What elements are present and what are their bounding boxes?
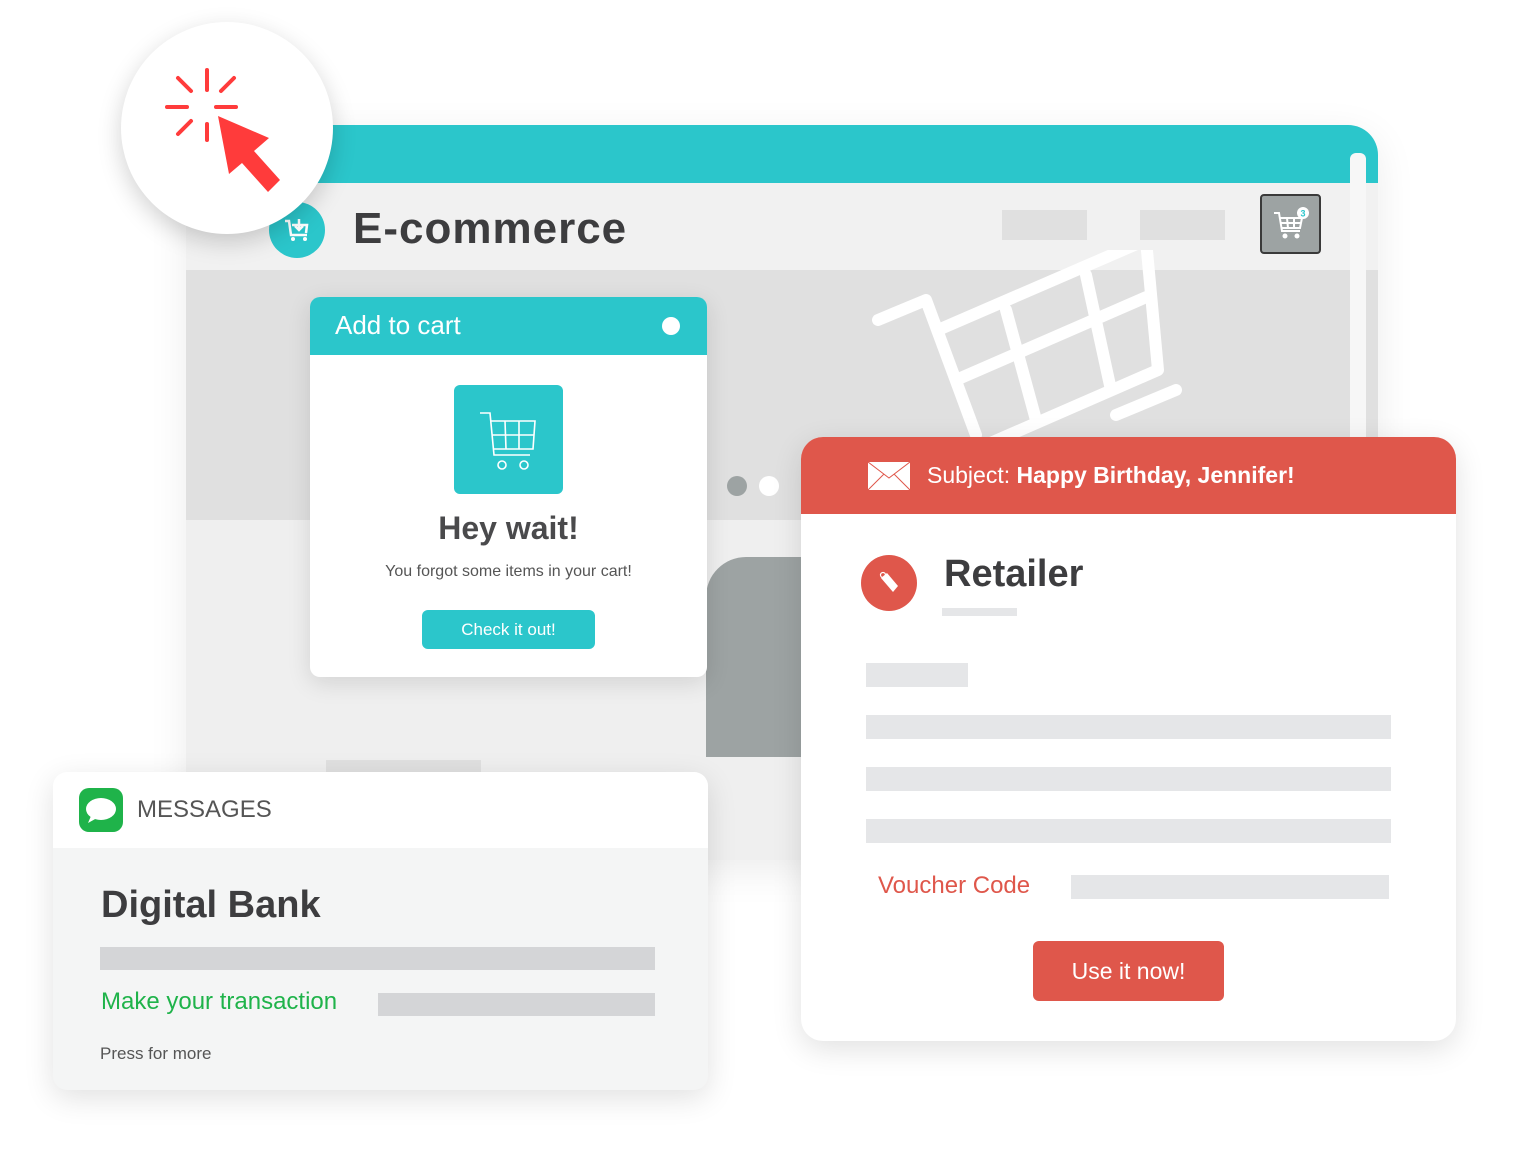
browser-top-bar: [186, 125, 1378, 183]
product-placeholder: [326, 760, 481, 772]
site-title: E-commerce: [353, 204, 628, 253]
text-placeholder: [866, 767, 1391, 791]
popup-close-dot[interactable]: [662, 317, 680, 335]
messages-app-name: MESSAGES: [137, 796, 272, 823]
price-tag-icon: [879, 571, 898, 592]
envelope-icon: [868, 461, 910, 490]
cart-count-badge: 3: [1300, 209, 1305, 219]
cart-button[interactable]: 3: [1260, 194, 1321, 254]
voucher-label: Voucher Code: [878, 872, 1031, 899]
sms-notification-card[interactable]: MESSAGES Digital Bank Make your transact…: [53, 772, 708, 1090]
text-placeholder: [378, 993, 655, 1016]
email-card: Subject: Happy Birthday, Jennifer! Retai…: [801, 437, 1456, 1041]
click-cursor-icon: [165, 68, 280, 192]
carousel-dot[interactable]: [759, 476, 779, 496]
shopping-cart-illustration: [872, 250, 1182, 450]
message-sender: Digital Bank: [101, 884, 321, 926]
messages-header: MESSAGES: [53, 772, 708, 848]
shirt-illustration: [706, 557, 806, 757]
nav-placeholder[interactable]: [1002, 210, 1087, 240]
text-placeholder: [100, 947, 655, 970]
retailer-avatar: [861, 555, 917, 611]
subject-label: Subject:: [927, 462, 1011, 488]
make-transaction-link[interactable]: Make your transaction: [101, 988, 337, 1016]
text-placeholder: [866, 715, 1391, 739]
cart-icon: 3: [1273, 207, 1309, 239]
cart-tile: [454, 385, 563, 494]
add-to-cart-popup: Add to cart Hey wait! You forgot some it…: [310, 297, 707, 677]
popup-header: Add to cart: [310, 297, 707, 355]
voucher-code-field[interactable]: [1071, 875, 1389, 899]
shopping-cart-icon: [479, 411, 536, 470]
popup-heading: Hey wait!: [438, 510, 579, 546]
click-cursor-badge: [121, 22, 333, 234]
email-sender: Retailer: [944, 553, 1084, 595]
messages-app-icon: [79, 788, 123, 832]
check-it-out-button[interactable]: Check it out!: [422, 610, 595, 649]
email-subject-bar: Subject: Happy Birthday, Jennifer!: [801, 437, 1456, 514]
press-for-more-hint: Press for more: [100, 1044, 212, 1063]
use-it-now-button[interactable]: Use it now!: [1033, 941, 1224, 1001]
popup-message: You forgot some items in your cart!: [385, 563, 632, 580]
popup-title: Add to cart: [335, 310, 461, 340]
text-placeholder: [866, 819, 1391, 843]
nav-placeholder[interactable]: [1140, 210, 1225, 240]
carousel-dot[interactable]: [727, 476, 747, 496]
text-placeholder: [866, 663, 968, 687]
email-subject: Happy Birthday, Jennifer!: [1016, 462, 1295, 488]
